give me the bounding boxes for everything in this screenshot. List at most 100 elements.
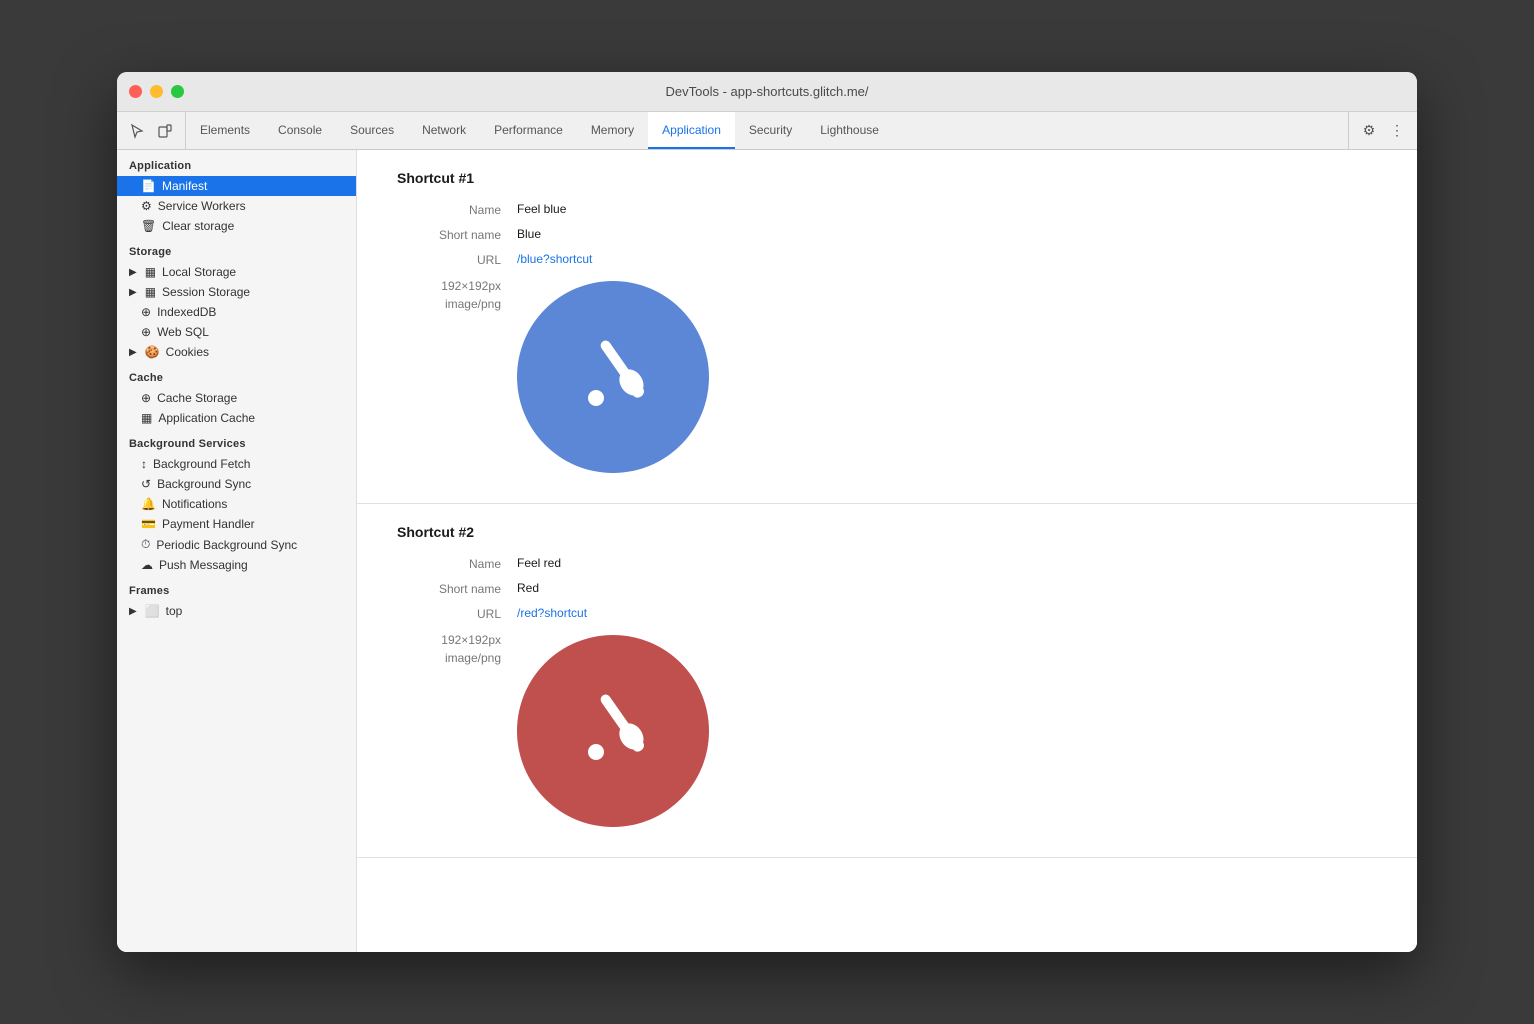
local-storage-icon: ▦ (145, 265, 156, 279)
shortcut-2-url-label: URL (397, 606, 517, 621)
shortcut-2-url-value[interactable]: /red?shortcut (517, 606, 587, 620)
shortcut-1-title: Shortcut #1 (397, 170, 1377, 186)
sidebar-item-payment-handler[interactable]: 💳 Payment Handler (117, 514, 356, 534)
shortcut-2-image-preview (517, 635, 709, 827)
periodic-bg-sync-icon: ⏱ (141, 537, 150, 552)
sidebar-item-bg-fetch[interactable]: ↕ Background Fetch (117, 454, 356, 474)
tab-sources[interactable]: Sources (336, 112, 408, 149)
shortcut-2-image-row: 192×192px image/png (397, 631, 1377, 827)
frames-section-title: Frames (117, 575, 356, 601)
devtools-window: DevTools - app-shortcuts.glitch.me/ (117, 72, 1417, 952)
minimize-button[interactable] (150, 85, 163, 98)
shortcut-1-url-value[interactable]: /blue?shortcut (517, 252, 592, 266)
shortcut-1-image-type: image/png (397, 295, 501, 313)
storage-section-title: Storage (117, 236, 356, 262)
tab-performance[interactable]: Performance (480, 112, 577, 149)
shortcut-2-shortname-label: Short name (397, 581, 517, 596)
sidebar-item-cookies[interactable]: ▶ 🍪 Cookies (117, 342, 356, 362)
shortcut-1-image-container (517, 281, 709, 473)
tab-bar: Elements Console Sources Network Perform… (117, 112, 1417, 150)
expand-arrow-icon: ▶ (129, 347, 137, 358)
content-inner: Shortcut #1 Name Feel blue Short name Bl… (357, 150, 1417, 858)
session-storage-icon: ▦ (145, 285, 156, 299)
tab-security[interactable]: Security (735, 112, 806, 149)
devtools-container: Elements Console Sources Network Perform… (117, 112, 1417, 952)
sidebar-item-top[interactable]: ▶ ⬜ top (117, 601, 356, 621)
sidebar: Application 📄 Manifest ⚙ Service Workers… (117, 150, 357, 952)
settings-button[interactable]: ⚙ (1357, 119, 1381, 143)
expand-arrow-icon: ▶ (129, 267, 137, 278)
frame-icon: ⬜ (145, 604, 160, 618)
application-section-title: Application (117, 150, 356, 176)
tab-lighthouse[interactable]: Lighthouse (806, 112, 893, 149)
cache-storage-icon: ⊕ (141, 391, 151, 405)
notifications-icon: 🔔 (141, 497, 156, 511)
shortcut-2-title: Shortcut #2 (397, 524, 1377, 540)
window-title: DevTools - app-shortcuts.glitch.me/ (665, 84, 868, 99)
shortcut-1-name-row: Name Feel blue (397, 202, 1377, 217)
sidebar-item-web-sql[interactable]: ⊕ Web SQL (117, 322, 356, 342)
expand-arrow-icon: ▶ (129, 606, 137, 617)
shortcut-1-shortname-value: Blue (517, 227, 541, 241)
shortcut-2-name-row: Name Feel red (397, 556, 1377, 571)
close-button[interactable] (129, 85, 142, 98)
tab-memory[interactable]: Memory (577, 112, 648, 149)
bg-services-section-title: Background Services (117, 428, 356, 454)
push-messaging-icon: ☁ (141, 558, 153, 572)
tab-network[interactable]: Network (408, 112, 480, 149)
shortcut-2-shortname-row: Short name Red (397, 581, 1377, 596)
shortcut-2-url-row: URL /red?shortcut (397, 606, 1377, 621)
device-toggle-button[interactable] (153, 119, 177, 143)
shortcut-1-name-label: Name (397, 202, 517, 217)
sidebar-item-service-workers[interactable]: ⚙ Service Workers (117, 196, 356, 216)
sidebar-item-push-messaging[interactable]: ☁ Push Messaging (117, 555, 356, 575)
shortcut-1-image-size: 192×192px (397, 277, 501, 295)
shortcut-1-image-preview (517, 281, 709, 473)
shortcut-1-url-row: URL /blue?shortcut (397, 252, 1377, 267)
shortcut-2-shortname-value: Red (517, 581, 539, 595)
sidebar-item-cache-storage[interactable]: ⊕ Cache Storage (117, 388, 356, 408)
shortcut-2-image-size: 192×192px (397, 631, 501, 649)
clear-storage-icon: 🗑 (141, 219, 156, 233)
tab-console[interactable]: Console (264, 112, 336, 149)
content-panel: Shortcut #1 Name Feel blue Short name Bl… (357, 150, 1417, 952)
shortcut-1-image-info: 192×192px image/png (397, 277, 517, 313)
tab-elements[interactable]: Elements (186, 112, 264, 149)
sidebar-item-indexeddb[interactable]: ⊕ IndexedDB (117, 302, 356, 322)
sidebar-item-session-storage[interactable]: ▶ ▦ Session Storage (117, 282, 356, 302)
maximize-button[interactable] (171, 85, 184, 98)
indexeddb-icon: ⊕ (141, 305, 151, 319)
sidebar-item-local-storage[interactable]: ▶ ▦ Local Storage (117, 262, 356, 282)
shortcut-2-name-label: Name (397, 556, 517, 571)
web-sql-icon: ⊕ (141, 325, 151, 339)
payment-handler-icon: 💳 (141, 517, 156, 531)
bg-sync-icon: ↺ (141, 477, 151, 491)
traffic-lights (129, 85, 184, 98)
sidebar-item-application-cache[interactable]: ▦ Application Cache (117, 408, 356, 428)
shortcut-1-name-value: Feel blue (517, 202, 566, 216)
tab-bar-left-controls (117, 112, 186, 149)
shortcut-1-shortname-label: Short name (397, 227, 517, 242)
sidebar-item-notifications[interactable]: 🔔 Notifications (117, 494, 356, 514)
sidebar-item-bg-sync[interactable]: ↺ Background Sync (117, 474, 356, 494)
main-tabs: Elements Console Sources Network Perform… (186, 112, 1348, 149)
sidebar-item-clear-storage[interactable]: 🗑 Clear storage (117, 216, 356, 236)
cache-section-title: Cache (117, 362, 356, 388)
expand-arrow-icon: ▶ (129, 287, 137, 298)
sidebar-item-periodic-bg-sync[interactable]: ⏱ Periodic Background Sync (117, 534, 356, 555)
bg-fetch-icon: ↕ (141, 457, 147, 471)
cursor-icon-button[interactable] (125, 119, 149, 143)
shortcut-2-image-container (517, 635, 709, 827)
tab-application[interactable]: Application (648, 112, 735, 149)
sidebar-item-manifest[interactable]: 📄 Manifest (117, 176, 356, 196)
service-workers-icon: ⚙ (141, 199, 152, 213)
manifest-icon: 📄 (141, 179, 156, 193)
shortcut-1-image-row: 192×192px image/png (397, 277, 1377, 473)
shortcut-2-image-info: 192×192px image/png (397, 631, 517, 667)
shortcut-1-shortname-row: Short name Blue (397, 227, 1377, 242)
shortcut-1-section: Shortcut #1 Name Feel blue Short name Bl… (357, 150, 1417, 504)
more-button[interactable]: ⋮ (1385, 119, 1409, 143)
shortcut-2-section: Shortcut #2 Name Feel red Short name Red… (357, 504, 1417, 858)
title-bar: DevTools - app-shortcuts.glitch.me/ (117, 72, 1417, 112)
shortcut-2-name-value: Feel red (517, 556, 561, 570)
